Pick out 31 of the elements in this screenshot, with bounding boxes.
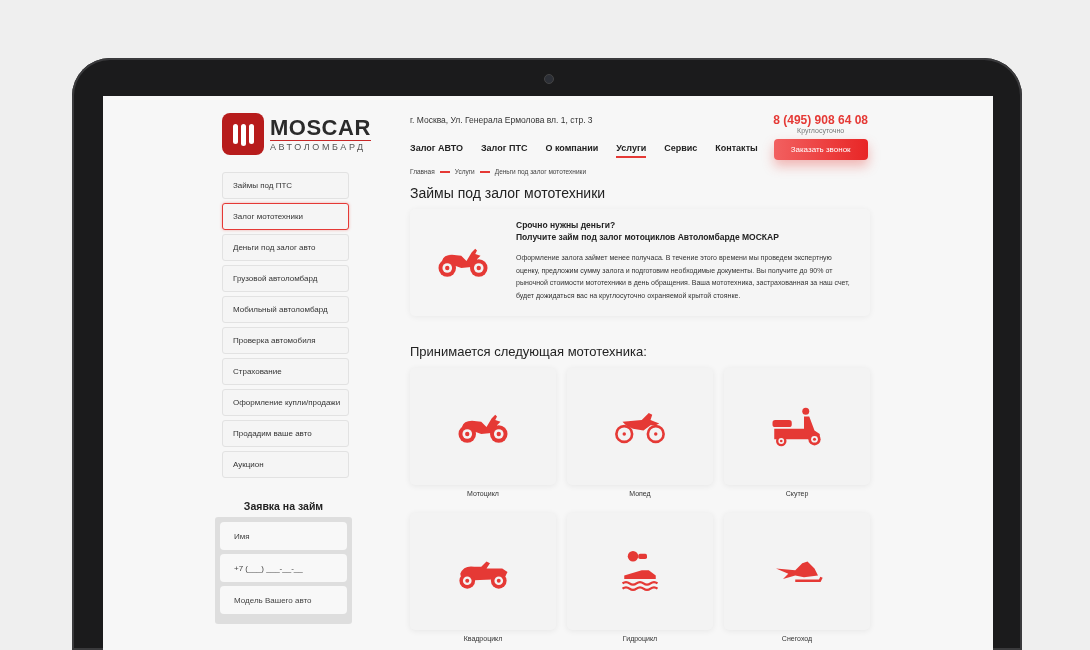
sidebar-item[interactable]: Проверка автомобиля	[222, 327, 349, 354]
input-field[interactable]: Модель Вашего авто	[220, 586, 347, 614]
sidebar-item[interactable]: Аукцион	[222, 451, 349, 478]
sidebar-item[interactable]: Продадим ваше авто	[222, 420, 349, 447]
nav-tab[interactable]: О компании	[545, 143, 599, 158]
nav-tab[interactable]: Услуги	[616, 143, 647, 158]
input-field[interactable]: Имя	[220, 522, 347, 550]
page-title: Займы под залог мототехники	[410, 185, 607, 201]
sidebar-item[interactable]: Оформление купли/продажи	[222, 389, 349, 416]
nav-tab[interactable]: Контакты	[715, 143, 758, 158]
intro-heading: Срочно нужны деньги?	[516, 219, 617, 231]
form-title: Заявка на займ	[242, 500, 325, 512]
intro-heading: Получите займ под залог мотоциклов Автоломбарде МОСКАР	[516, 231, 780, 243]
input-field[interactable]: +7 (___) ___-__-__	[220, 554, 347, 582]
sidebar-item[interactable]: Деньги под залог авто	[222, 234, 349, 261]
logo-tagline: АВТОЛОМБАРД	[270, 139, 371, 153]
sidebar-item[interactable]: Залог мототехники	[222, 203, 349, 230]
nav-tab[interactable]: Залог ПТС	[480, 143, 528, 158]
logo-icon	[222, 113, 264, 155]
callback-button[interactable]: Заказать звонок	[773, 139, 868, 160]
sidebar-item[interactable]: Страхование	[222, 358, 349, 385]
sidebar-item[interactable]: Грузовой автоломбард	[222, 265, 349, 292]
section-title: Принимается следующая мототехника:	[410, 344, 648, 359]
sidebar-item[interactable]: Займы под ПТС	[222, 172, 349, 199]
camera-icon	[544, 74, 554, 84]
address: г. Москва, Ул. Генерала Ермолова вл. 1, стр. 3	[410, 115, 594, 125]
sidebar-item[interactable]: Мобильный автоломбард	[222, 296, 349, 323]
nav-tab[interactable]: Залог АВТО	[410, 143, 463, 158]
nav-tab[interactable]: Сервис	[664, 143, 698, 158]
logo-name: MOSCAR	[270, 115, 371, 140]
phone-number: 8 (495) 908 64 08	[773, 113, 868, 127]
